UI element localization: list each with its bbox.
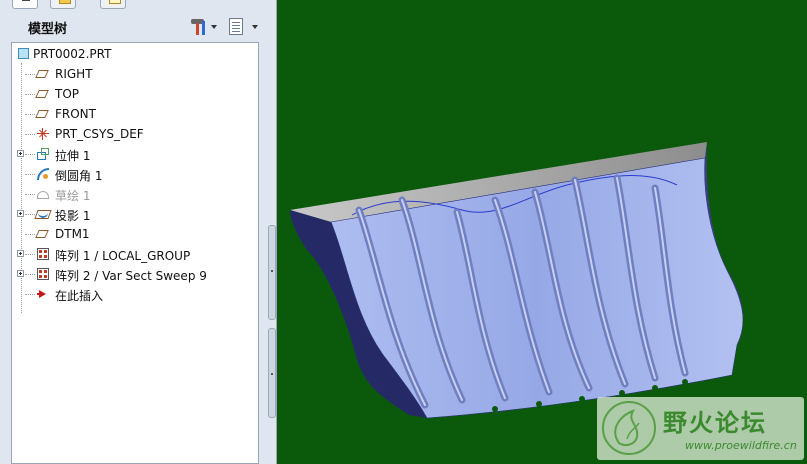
tree-item-label: RIGHT [55, 67, 93, 81]
tree-item-label: PRT_CSYS_DEF [55, 127, 144, 141]
tree-item[interactable]: 投影 1 [12, 204, 258, 224]
tree-item[interactable]: TOP [12, 84, 258, 104]
tree-item[interactable]: 阵列 2 / Var Sect Sweep 9 [12, 264, 258, 284]
panel-resize-handle[interactable] [268, 328, 276, 418]
tree-item-label: 拉伸 1 [55, 149, 91, 163]
model-tree: PRT0002.PRT RIGHT TOP FRONT PRT_CSYS_DEF 拉伸 1… [11, 42, 259, 464]
tree-item[interactable]: RIGHT [12, 64, 258, 84]
tree-settings-button[interactable] [226, 16, 260, 38]
tree-connector [25, 214, 35, 215]
expand-icon[interactable] [17, 270, 24, 277]
tree-connector [25, 134, 35, 135]
tree-connector [25, 274, 35, 275]
watermark-url: www.proewildfire.cn [685, 439, 797, 452]
tree-connector [25, 194, 35, 195]
favorites-icon [109, 0, 121, 4]
projection-icon [34, 207, 52, 221]
round-icon [35, 167, 51, 181]
pattern-icon [35, 267, 51, 281]
tab-model-tree[interactable] [12, 0, 38, 9]
tree-connector [25, 114, 35, 115]
coordinate-system-icon [35, 127, 51, 141]
flame-logo-icon [602, 401, 656, 455]
tree-item-label: FRONT [55, 107, 96, 121]
tree-tools-button[interactable] [185, 16, 219, 38]
tree-item[interactable]: PRT0002.PRT [12, 44, 258, 64]
tree-item[interactable]: 阵列 1 / LOCAL_GROUP [12, 244, 258, 264]
tree-item-label: 阵列 1 / LOCAL_GROUP [55, 249, 191, 263]
expand-icon[interactable] [17, 250, 24, 257]
datum-plane-icon [35, 67, 51, 81]
tree-item-label: 倒圆角 1 [55, 169, 103, 183]
tree-item-label: 投影 1 [55, 209, 91, 223]
tree-item-label: 阵列 2 / Var Sect Sweep 9 [55, 269, 207, 283]
tree-connector [25, 234, 35, 235]
chevron-down-icon [252, 25, 258, 29]
datum-plane-icon [35, 107, 51, 121]
tab-folder-browser[interactable] [50, 0, 76, 9]
pattern-icon [35, 247, 51, 261]
expand-icon[interactable] [17, 150, 24, 157]
extrude-icon [35, 147, 51, 161]
watermark-title: 野火论坛 [663, 409, 767, 437]
tree-connector [25, 294, 35, 295]
sketch-icon [35, 187, 51, 201]
tree-connector [25, 74, 35, 75]
model-render [290, 142, 744, 419]
tree-item-label: 草绘 1 [55, 189, 91, 203]
datum-plane-icon [35, 227, 51, 241]
settings-icon [229, 18, 243, 35]
tree-header: 模型树 [0, 10, 277, 42]
tree-item-label: PRT0002.PRT [33, 47, 112, 61]
tree-item[interactable]: PRT_CSYS_DEF [12, 124, 258, 144]
folder-icon [59, 0, 71, 4]
panel-tab-strip [0, 0, 150, 10]
tools-icon [189, 18, 207, 36]
panel-title: 模型树 [28, 22, 68, 37]
3d-viewport[interactable] [277, 0, 807, 464]
model-tree-icon [22, 0, 30, 1]
tree-item-label: 在此插入 [55, 289, 104, 303]
tree-connector [25, 154, 35, 155]
tree-connector [25, 254, 35, 255]
tree-item[interactable]: 草绘 1 [12, 184, 258, 204]
datum-plane-icon [35, 87, 51, 101]
tree-item[interactable]: 在此插入 [12, 284, 258, 304]
expand-icon[interactable] [17, 210, 24, 217]
tree-item[interactable]: DTM1 [12, 224, 258, 244]
insert-here-icon [35, 287, 51, 301]
watermark: 野火论坛 www.proewildfire.cn [597, 397, 804, 460]
tree-connector [25, 94, 35, 95]
model-tree-panel: 模型树 PRT0002.PRT RIGHT TOP FRONT PRT_CSYS_DEF… [0, 0, 277, 464]
part-icon [15, 47, 31, 61]
tree-item-label: TOP [55, 87, 80, 101]
panel-collapse-handle[interactable] [268, 225, 276, 320]
tree-connector [25, 174, 35, 175]
tree-item[interactable]: FRONT [12, 104, 258, 124]
tree-item-label: DTM1 [55, 227, 90, 241]
tab-favorites[interactable] [100, 0, 126, 9]
chevron-down-icon [211, 25, 217, 29]
tree-item[interactable]: 拉伸 1 [12, 144, 258, 164]
tree-item[interactable]: 倒圆角 1 [12, 164, 258, 184]
